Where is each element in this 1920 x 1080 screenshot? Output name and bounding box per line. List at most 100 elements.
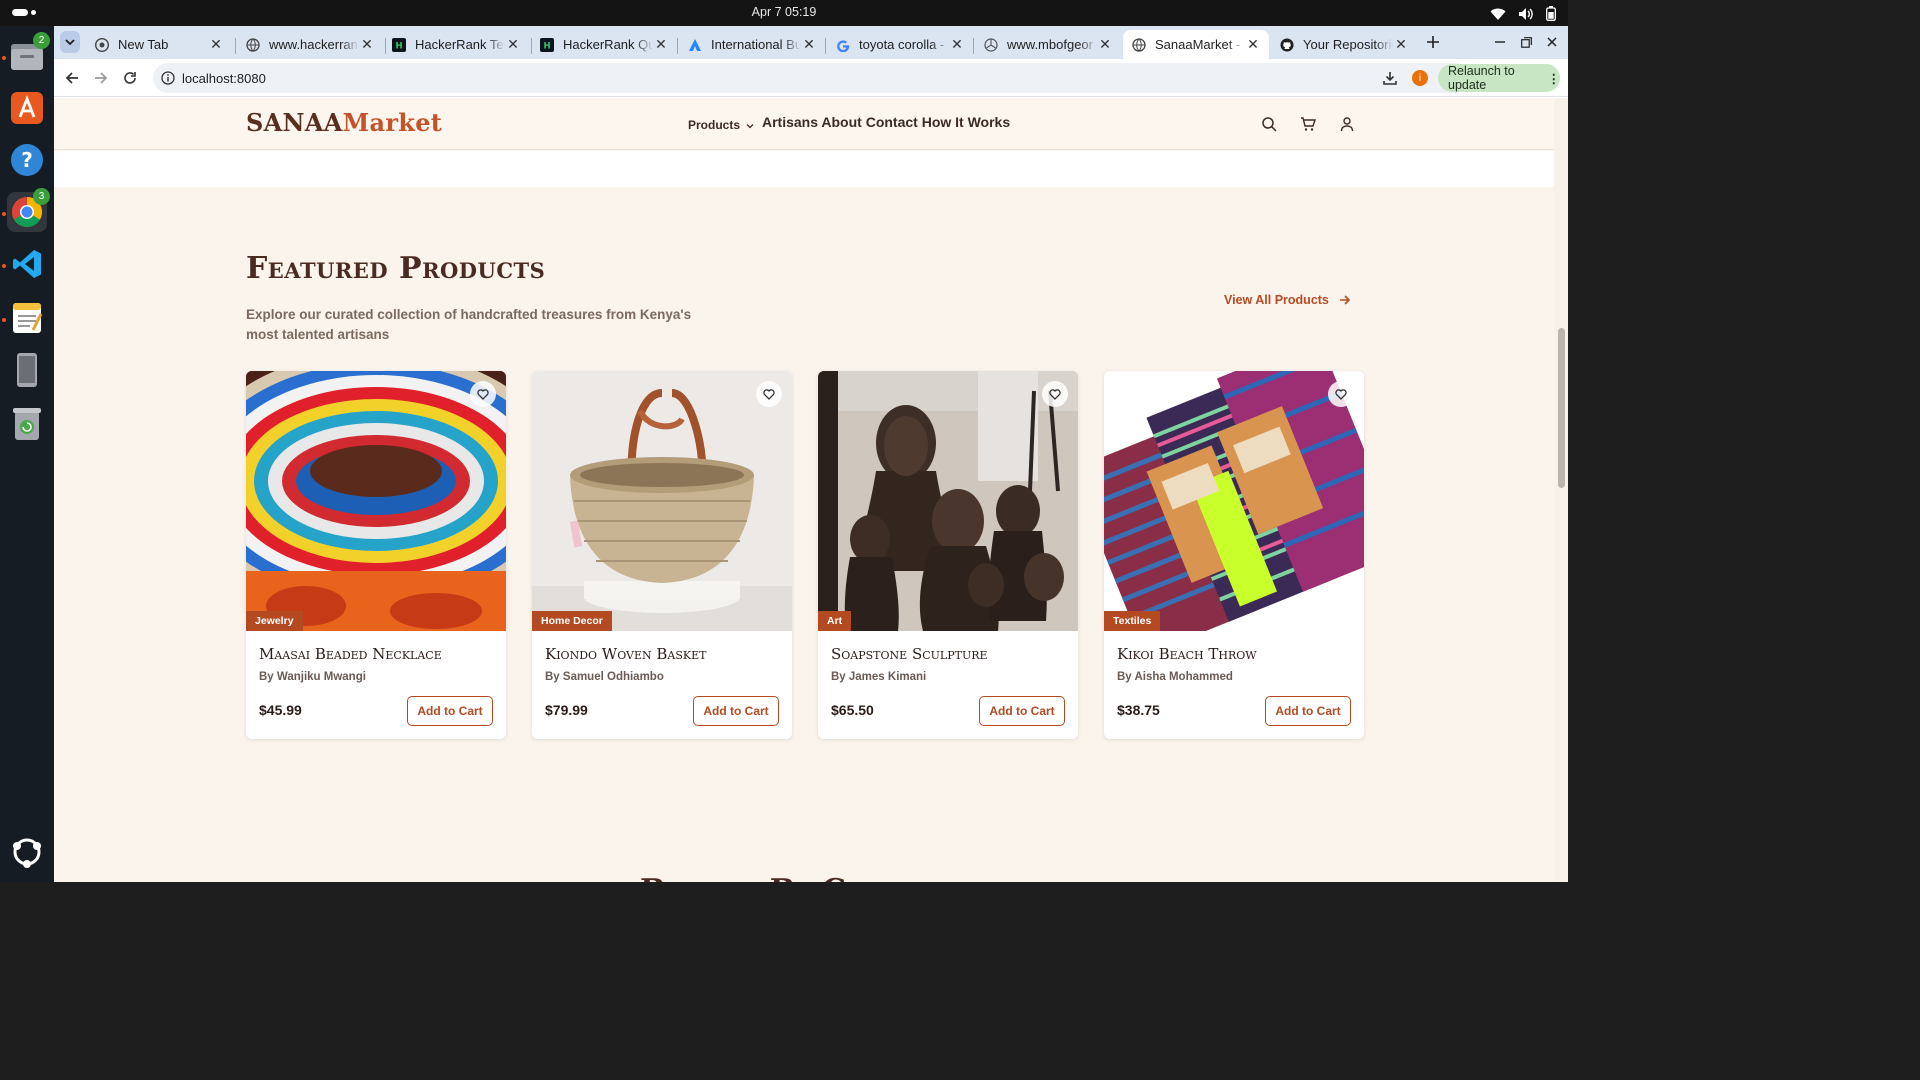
github-icon (1279, 37, 1295, 53)
close-tab-icon[interactable]: ✕ (1097, 36, 1113, 53)
close-tab-icon[interactable]: ✕ (1245, 36, 1261, 53)
product-image-necklace[interactable] (246, 371, 506, 631)
url-text: localhost:8080 (182, 71, 266, 86)
trash-icon[interactable] (7, 404, 47, 444)
page-viewport: SANAAMarket Products Artisans About Cont… (54, 98, 1568, 882)
reload-button[interactable] (117, 65, 143, 91)
minimize-button[interactable] (1487, 29, 1513, 55)
site-logo[interactable]: SANAAMarket (246, 108, 442, 137)
category-tag: Home Decor (532, 611, 612, 631)
product-image-throw[interactable] (1104, 371, 1364, 631)
product-name[interactable]: Kiondo Woven Basket (545, 645, 707, 663)
category-tag: Art (818, 611, 852, 631)
files-app-icon[interactable]: 2 (7, 32, 50, 76)
vscode-app-icon[interactable] (7, 244, 47, 284)
svg-text:H: H (395, 41, 402, 51)
show-apps-icon[interactable] (7, 832, 47, 872)
close-tab-icon[interactable]: ✕ (949, 36, 965, 53)
maximize-button[interactable] (1513, 29, 1539, 55)
running-indicator (2, 56, 6, 60)
menu-dots-icon: ⋮ (1547, 71, 1561, 86)
app-center-icon[interactable] (7, 88, 47, 128)
close-tab-icon[interactable]: ✕ (359, 36, 375, 53)
nav-products-dropdown[interactable]: Products (688, 118, 754, 132)
page-scrollbar[interactable] (1554, 98, 1568, 882)
user-icon[interactable] (1339, 116, 1355, 132)
tab-mbofgeorgia[interactable]: www.mbofgeor ✕ (975, 30, 1121, 59)
add-to-cart-button[interactable]: Add to Cart (979, 696, 1065, 726)
hackerrank-icon: H (391, 37, 407, 53)
svg-text:?: ? (21, 148, 33, 172)
arrow-left-icon (65, 72, 78, 84)
product-card[interactable]: Home Decor Kiondo Woven Basket By Samuel… (532, 371, 792, 739)
add-to-cart-button[interactable]: Add to Cart (1265, 696, 1351, 726)
relaunch-label: Relaunch to update (1448, 64, 1515, 92)
tab-toyota-corolla[interactable]: toyota corolla - ( ✕ (827, 30, 973, 59)
tab-international-bu[interactable]: International Bu ✕ (679, 30, 825, 59)
text-editor-icon[interactable] (7, 298, 47, 338)
category-tag: Textiles (1104, 611, 1161, 631)
system-clock[interactable]: Apr 7 05:19 (0, 5, 1568, 19)
arrow-right-icon (95, 72, 108, 84)
browser-toolbar: localhost:8080 i Relaunch to update ⋮ (54, 59, 1568, 97)
view-all-products-link[interactable]: View All Products (1224, 293, 1351, 307)
product-card[interactable]: Jewelry Maasai Beaded Necklace By Wanjik… (246, 371, 506, 739)
site-info-icon[interactable] (161, 71, 175, 85)
tab-hackerrank-test[interactable]: H HackerRank Test ✕ (383, 30, 529, 59)
wishlist-button[interactable] (1042, 381, 1068, 407)
heart-icon (1335, 388, 1347, 400)
close-window-button[interactable] (1539, 29, 1565, 55)
volume-icon (1519, 7, 1533, 20)
forward-button[interactable] (88, 65, 114, 91)
close-tab-icon[interactable]: ✕ (1393, 36, 1409, 53)
category-tag: Jewelry (246, 611, 303, 631)
tab-hackerrank-questions[interactable]: H HackerRank Que ✕ (531, 30, 677, 59)
wishlist-button[interactable] (470, 381, 496, 407)
add-to-cart-button[interactable]: Add to Cart (693, 696, 779, 726)
add-to-cart-button[interactable]: Add to Cart (407, 696, 493, 726)
chrome-app-icon[interactable]: 3 (7, 188, 50, 232)
chrome-badge: 3 (33, 188, 50, 205)
search-icon[interactable] (1261, 116, 1277, 132)
globe-icon (245, 37, 261, 53)
section-title: Featured Products (246, 251, 546, 286)
product-price: $79.99 (545, 702, 588, 718)
tab-hackerrank-site[interactable]: www.hackerrank ✕ (237, 30, 383, 59)
browse-category-title: Browse By Category (640, 873, 965, 882)
help-icon[interactable]: ? (7, 140, 47, 180)
nav-links[interactable]: Artisans About Contact How It Works (762, 114, 1010, 130)
address-bar[interactable]: localhost:8080 (153, 63, 1469, 93)
product-card[interactable]: Art Soapstone Sculpture By James Kimani … (818, 371, 1078, 739)
site-header: SANAAMarket Products Artisans About Cont… (54, 98, 1554, 150)
back-button[interactable] (59, 65, 85, 91)
system-tray[interactable] (1490, 6, 1556, 21)
section-subtitle: Explore our curated collection of handcr… (246, 307, 692, 342)
close-tab-icon[interactable]: ✕ (653, 36, 669, 53)
close-tab-icon[interactable]: ✕ (801, 36, 817, 53)
relaunch-button[interactable]: Relaunch to update ⋮ (1438, 64, 1560, 92)
tab-search-button[interactable] (60, 31, 80, 53)
wifi-icon (1490, 8, 1506, 20)
close-tab-icon[interactable]: ✕ (505, 36, 521, 53)
product-card[interactable]: Textiles Kikoi Beach Throw By Aisha Moha… (1104, 371, 1364, 739)
wishlist-button[interactable] (1328, 381, 1354, 407)
chrome-icon (94, 37, 110, 53)
phone-device-icon[interactable] (7, 350, 47, 390)
tab-sanaamarket[interactable]: SanaaMarket - A ✕ (1123, 30, 1269, 59)
atlassian-icon (687, 37, 703, 53)
new-tab-button[interactable] (1420, 29, 1446, 55)
product-image-sculpture[interactable] (818, 371, 1078, 631)
close-tab-icon[interactable]: ✕ (208, 36, 224, 53)
tab-new-tab[interactable]: New Tab ✕ (86, 30, 232, 59)
product-image-basket[interactable] (532, 371, 792, 631)
cart-icon[interactable] (1300, 116, 1316, 132)
running-indicator (2, 318, 6, 322)
wishlist-button[interactable] (756, 381, 782, 407)
downloads-button[interactable] (1377, 65, 1403, 91)
profile-button[interactable]: i (1407, 65, 1433, 91)
product-name[interactable]: Kikoi Beach Throw (1117, 645, 1257, 663)
tab-github-repositories[interactable]: Your Repositorie ✕ (1271, 30, 1417, 59)
product-name[interactable]: Maasai Beaded Necklace (259, 645, 442, 663)
product-name[interactable]: Soapstone Sculpture (831, 645, 988, 663)
scrollbar-thumb[interactable] (1558, 328, 1565, 488)
